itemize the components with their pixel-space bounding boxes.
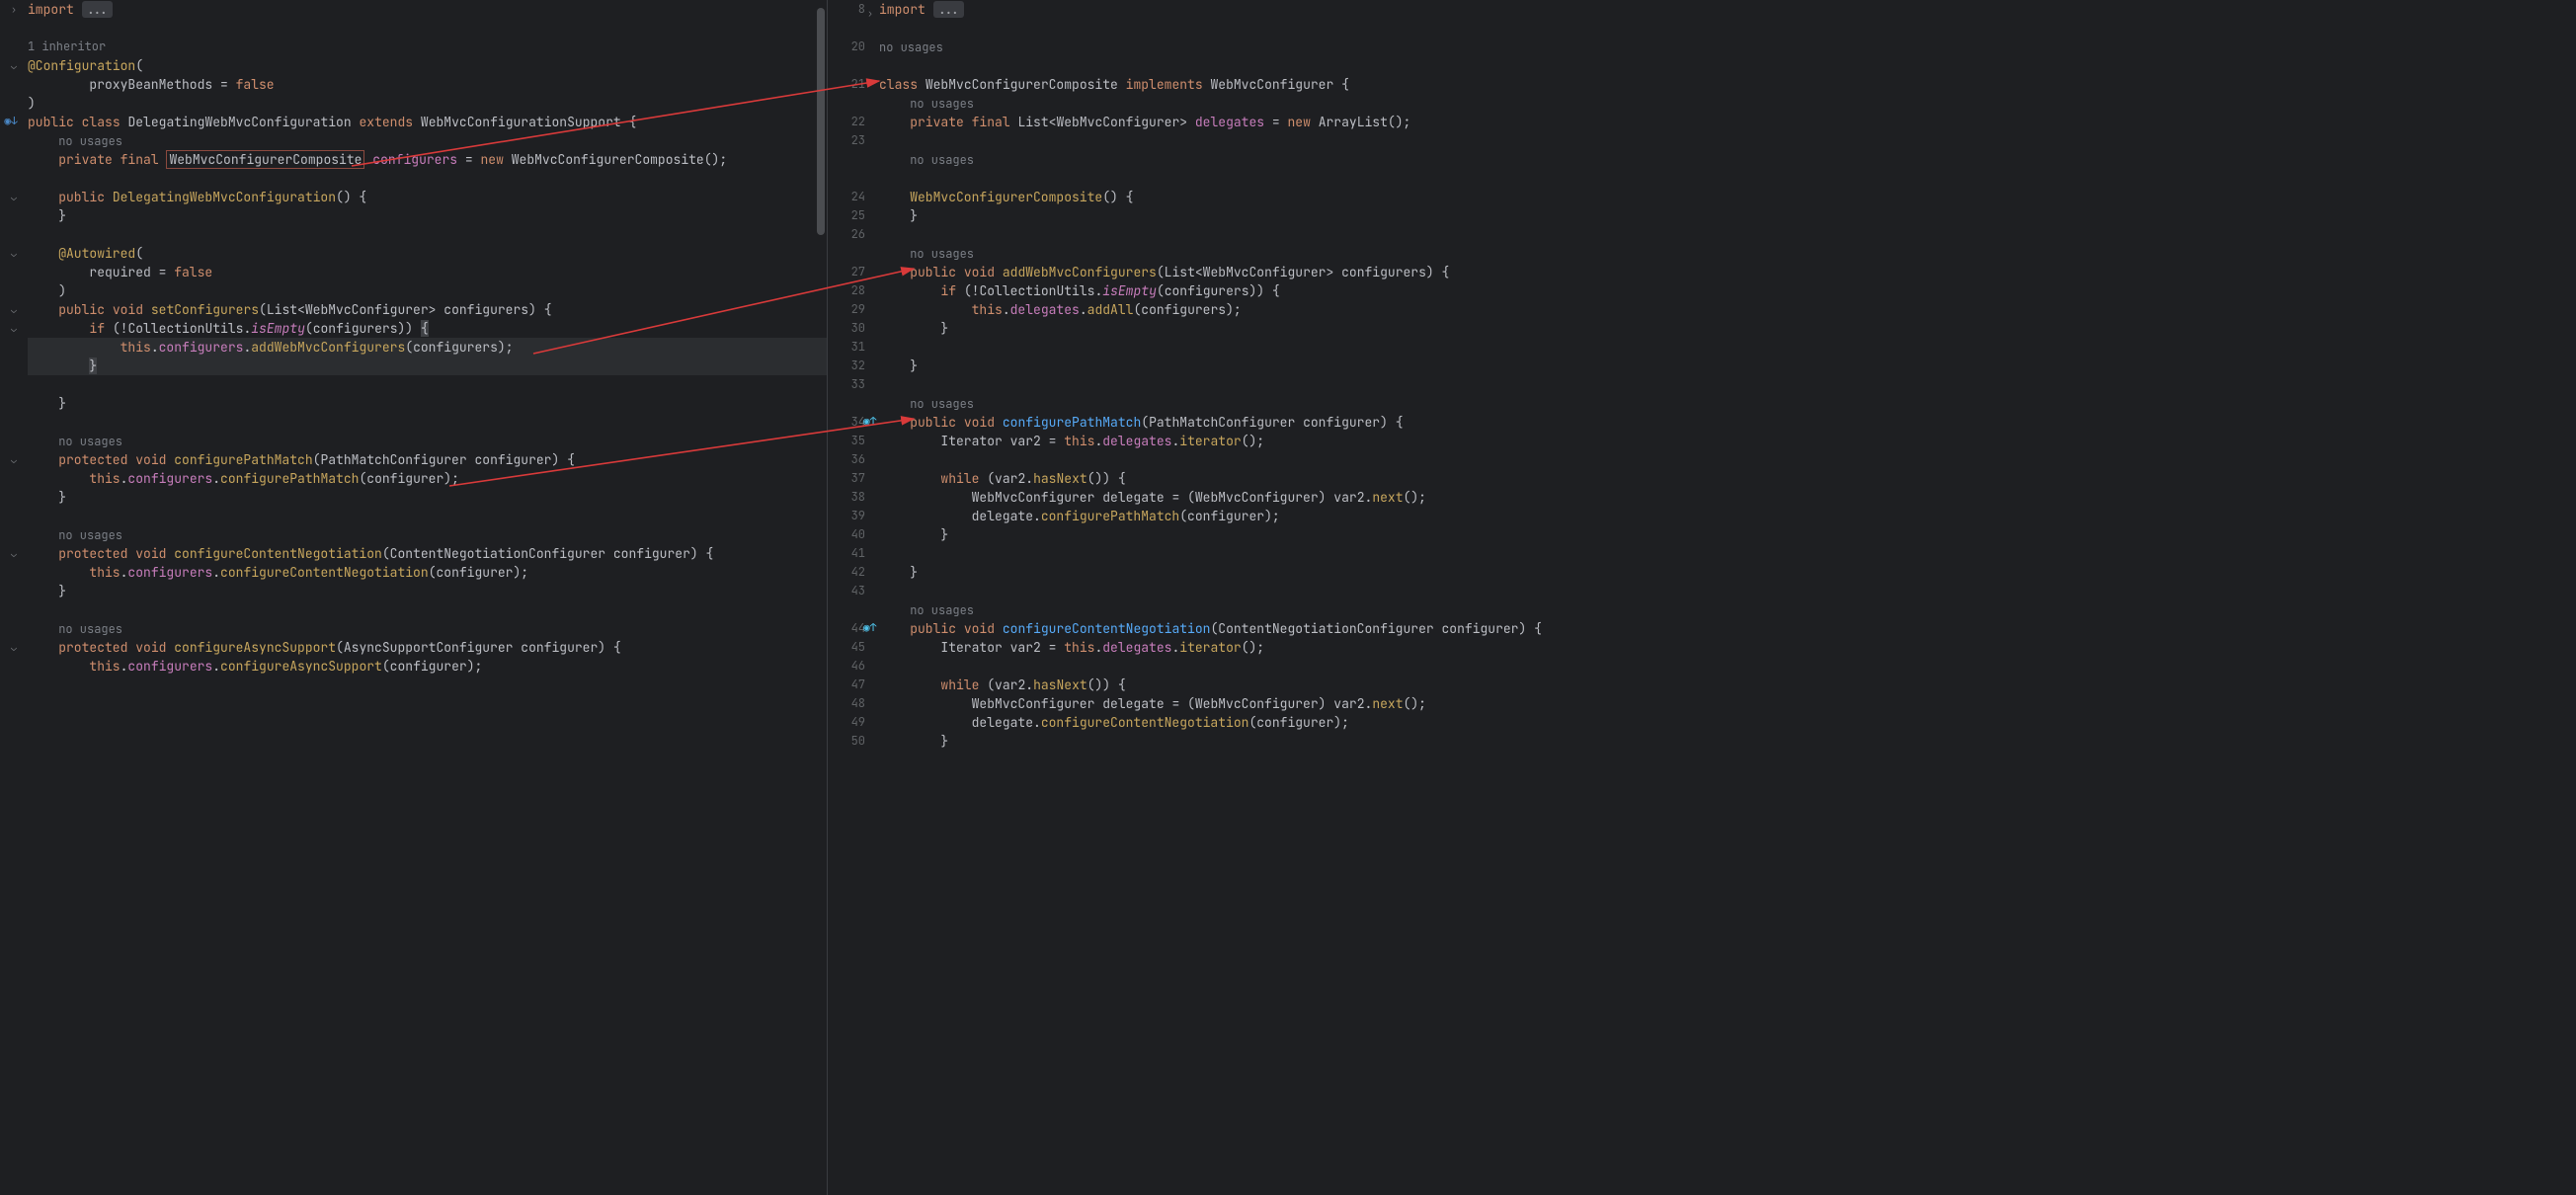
line-number: 21 — [828, 75, 879, 94]
line-number: 23 — [828, 131, 879, 150]
field-delegates: delegates — [1195, 114, 1264, 130]
boxed-type[interactable]: WebMvcConfigurerComposite — [166, 150, 364, 169]
gutter-left: › ⌄ ◉↓ ⌄ ⌄ ⌄ ⌄ ⌄ — [0, 0, 28, 1195]
line-number: 35 — [828, 432, 879, 450]
line-number: 31 — [828, 338, 879, 357]
fold-icon[interactable]: ⌄ — [0, 244, 28, 263]
line-number: 28 — [828, 281, 879, 300]
line-number: 38 — [828, 488, 879, 507]
method-configureContentNegotiation: configureContentNegotiation — [1003, 620, 1211, 637]
editor-pane-left[interactable]: › ⌄ ◉↓ ⌄ ⌄ ⌄ ⌄ ⌄ — [0, 0, 828, 1195]
annotation-arg: proxyBeanMethods = — [28, 76, 236, 93]
constructor: WebMvcConfigurerComposite — [910, 189, 1102, 205]
annotation-autowired: @Autowired — [58, 245, 135, 262]
folded-region[interactable]: ... — [933, 1, 964, 18]
line-number: 20 — [828, 38, 879, 56]
override-icon[interactable]: ◉↑ — [863, 619, 876, 638]
field-configurers: configurers — [372, 151, 457, 168]
line-number: 46 — [828, 657, 879, 676]
line-number — [828, 169, 879, 188]
line-number: 25 — [828, 206, 879, 225]
line-number: 29 — [828, 300, 879, 319]
method-configureAsyncSupport: configureAsyncSupport — [174, 639, 336, 656]
folded-region[interactable]: ... — [82, 1, 113, 18]
fold-icon[interactable]: ⌄ — [0, 450, 28, 469]
constructor: DelegatingWebMvcConfiguration — [113, 189, 336, 205]
line-number: 32 — [828, 357, 879, 375]
line-number: 43 — [828, 582, 879, 600]
fold-icon[interactable]: ⌄ — [0, 188, 28, 206]
line-number: 27 — [828, 263, 879, 281]
line-number: 48 — [828, 694, 879, 713]
fold-icon[interactable]: ⌄ — [0, 56, 28, 75]
no-usages-hint[interactable]: no usages — [58, 621, 122, 637]
fold-icon[interactable]: ⌄ — [0, 544, 28, 563]
gutter-right: 8202122232425262728293031323334◉↑3536373… — [828, 0, 879, 1195]
annotation-configuration: @Configuration — [28, 57, 135, 74]
line-number: 30 — [828, 319, 879, 338]
line-number: 34◉↑ — [828, 413, 879, 432]
fold-icon[interactable]: ⌄ — [0, 300, 28, 319]
override-icon[interactable]: ◉↑ — [863, 413, 876, 432]
fold-icon[interactable]: › — [867, 4, 879, 23]
line-number: 24 — [828, 188, 879, 206]
fold-icon[interactable]: › — [0, 0, 28, 19]
method-addWebMvcConfigurers: addWebMvcConfigurers — [1003, 264, 1157, 280]
line-number: 47 — [828, 676, 879, 694]
fold-icon[interactable]: ⌄ — [0, 638, 28, 657]
method-configureContentNegotiation: configureContentNegotiation — [174, 545, 382, 562]
line-number: 41 — [828, 544, 879, 563]
fold-icon[interactable]: ⌄ — [0, 319, 28, 338]
line-number — [828, 56, 879, 75]
line-number — [828, 150, 879, 169]
line-number — [828, 94, 879, 113]
code-area-left[interactable]: import ... 1 inheritor @Configuration( p… — [28, 0, 827, 1195]
line-number: 37 — [828, 469, 879, 488]
line-number: 33 — [828, 375, 879, 394]
no-usages-hint[interactable]: no usages — [58, 434, 122, 449]
line-number: 26 — [828, 225, 879, 244]
line-number: 50 — [828, 732, 879, 751]
class-name: WebMvcConfigurerComposite — [926, 76, 1118, 93]
line-number: 22 — [828, 113, 879, 131]
line-number — [828, 394, 879, 413]
line-number: 49 — [828, 713, 879, 732]
method-configurePathMatch: configurePathMatch — [1003, 414, 1141, 431]
line-number — [828, 244, 879, 263]
class-name: DelegatingWebMvcConfiguration — [127, 114, 351, 130]
line-number: 44◉↑ — [828, 619, 879, 638]
editor-pane-right[interactable]: 8202122232425262728293031323334◉↑3536373… — [828, 0, 2576, 1195]
line-number: 45 — [828, 638, 879, 657]
no-usages-hint[interactable]: no usages — [879, 40, 943, 55]
implementing-icon[interactable]: ◉↓ — [4, 113, 18, 131]
kw-import: import — [28, 1, 74, 18]
inheritor-hint[interactable]: 1 inheritor — [28, 38, 827, 56]
line-number — [828, 600, 879, 619]
scrollbar-thumb[interactable] — [817, 8, 825, 235]
no-usages-hint[interactable]: no usages — [58, 133, 122, 149]
code-area-right[interactable]: ›import ... no usages class WebMvcConfig… — [879, 0, 2576, 1195]
line-number: 36 — [828, 450, 879, 469]
line-number: 39 — [828, 507, 879, 525]
line-number: 42 — [828, 563, 879, 582]
superclass: WebMvcConfigurationSupport — [421, 114, 621, 130]
no-usages-hint[interactable]: no usages — [58, 527, 122, 543]
line-number: 40 — [828, 525, 879, 544]
method-setConfigurers: setConfigurers — [151, 301, 259, 318]
highlighted-line: this.configurers.addWebMvcConfigurers(co… — [28, 338, 827, 357]
method-configurePathMatch: configurePathMatch — [174, 451, 312, 468]
interface: WebMvcConfigurer — [1210, 76, 1333, 93]
